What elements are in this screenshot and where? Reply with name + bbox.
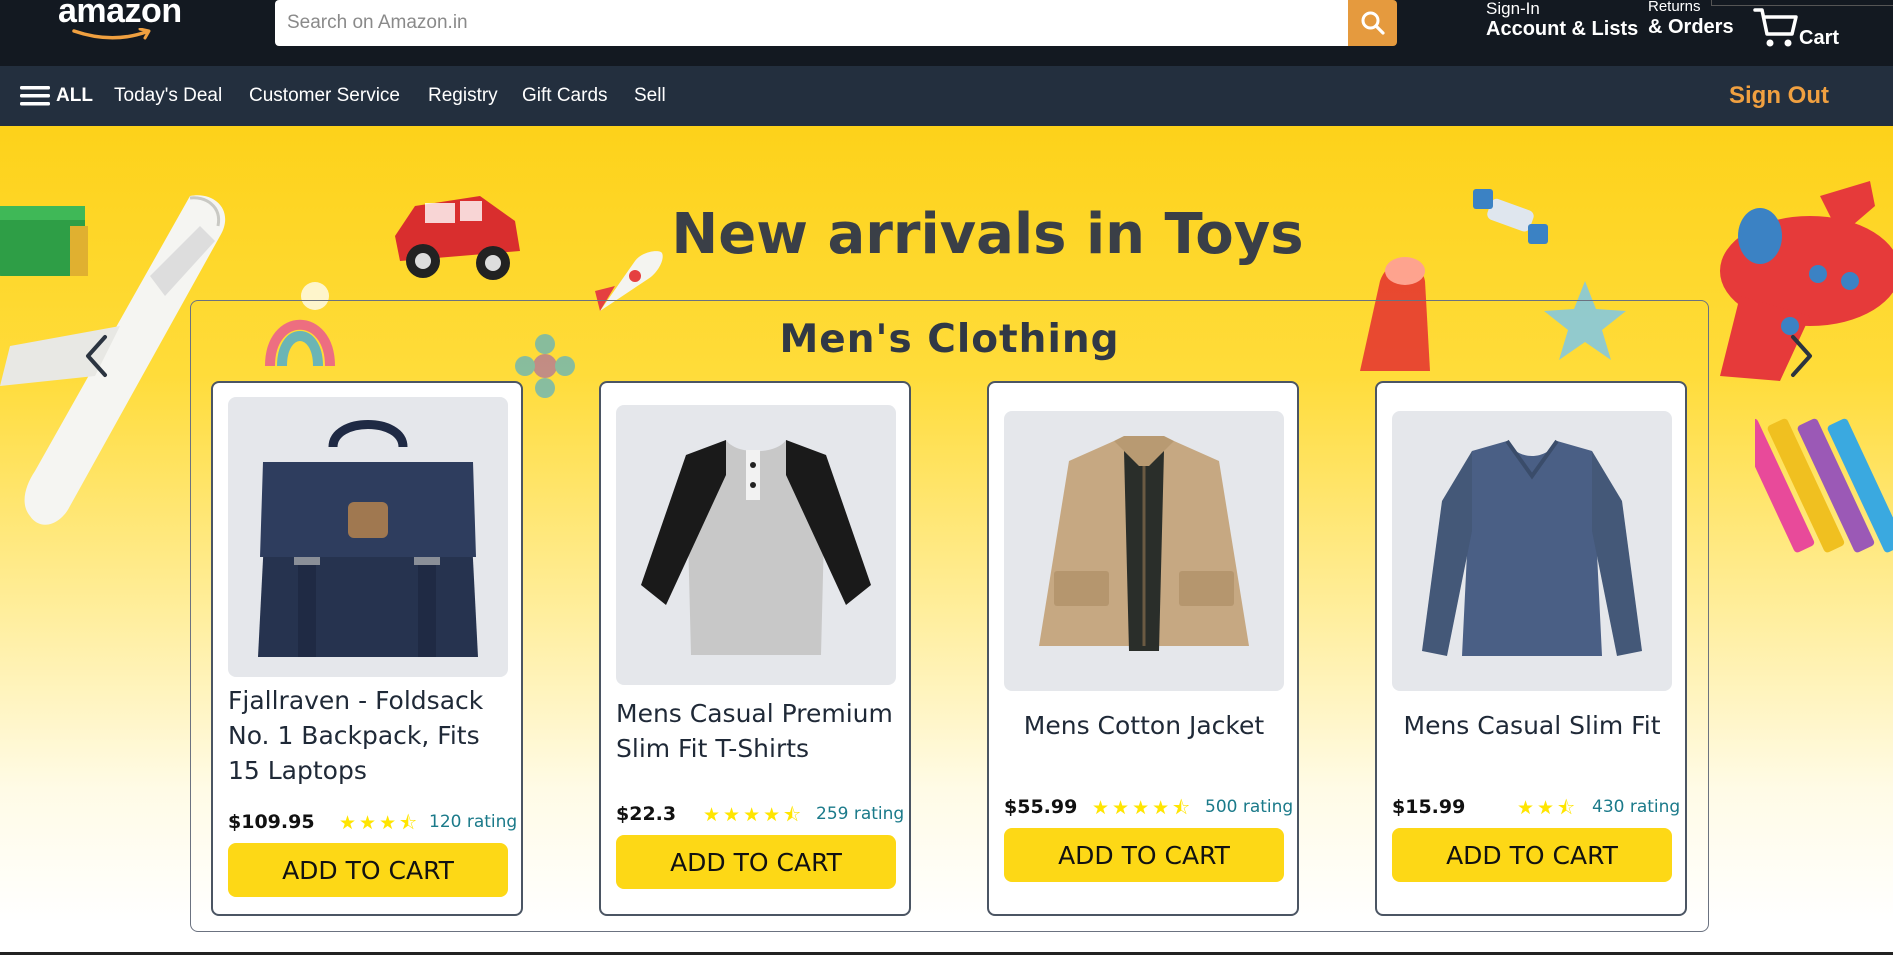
add-to-cart-button[interactable]: ADD TO CART bbox=[1004, 828, 1284, 882]
product-card[interactable]: Mens Cotton Jacket $55.99 ★★★★⯪ 500 rati… bbox=[987, 381, 1299, 916]
rating-stars: ★★★★⯪ bbox=[1092, 798, 1194, 819]
cart-icon bbox=[1753, 8, 1798, 47]
hamburger-icon bbox=[20, 86, 50, 106]
chevron-right-icon bbox=[1791, 335, 1812, 377]
all-label: ALL bbox=[56, 85, 93, 106]
hero-title: New arrivals in Toys bbox=[671, 202, 1304, 267]
account-line2: Account & Lists bbox=[1486, 18, 1639, 40]
add-to-cart-button[interactable]: ADD TO CART bbox=[1392, 828, 1672, 882]
product-title: Mens Casual Premium Slim Fit T-Shirts bbox=[616, 699, 893, 763]
product-card[interactable]: Fjallraven - Foldsack No. 1 Backpack, Fi… bbox=[211, 381, 523, 916]
product-price: $15.99 bbox=[1392, 796, 1466, 818]
search-bar bbox=[275, 0, 1397, 46]
rating-stars: ★★⯪ bbox=[1517, 798, 1579, 819]
nav-todays-deal[interactable]: Today's Deal bbox=[114, 85, 222, 107]
carousel-prev-button[interactable] bbox=[76, 326, 116, 386]
nav-customer-service[interactable]: Customer Service bbox=[249, 85, 400, 107]
account-lists-link[interactable]: Sign-In Account & Lists bbox=[1486, 0, 1638, 40]
jacket-image bbox=[1004, 411, 1284, 691]
rating-count[interactable]: 430 rating bbox=[1592, 797, 1680, 817]
cart-button[interactable]: Cart bbox=[1752, 4, 1847, 52]
logo-text: amazon bbox=[58, 0, 182, 30]
sub-navigation: ALL Today's Deal Customer Service Regist… bbox=[0, 66, 1893, 126]
hero-banner: New arrivals in Toys Men's Clothing Fjal… bbox=[0, 126, 1893, 955]
section-title: Men's Clothing bbox=[779, 317, 1120, 362]
cart-label: Cart bbox=[1799, 27, 1840, 49]
amazon-logo[interactable]: amazon bbox=[58, 0, 188, 44]
chevron-left-icon bbox=[86, 335, 107, 377]
add-to-cart-button[interactable]: ADD TO CART bbox=[228, 843, 508, 897]
nav-sell[interactable]: Sell bbox=[634, 85, 666, 107]
product-price: $22.3 bbox=[616, 803, 677, 825]
top-header: amazon Sign-In Account & Lists Returns &… bbox=[0, 0, 1893, 66]
carousel-next-button[interactable] bbox=[1782, 326, 1822, 386]
rating-stars: ★★★★⯪ bbox=[703, 805, 805, 826]
rating-stars: ★★★⯪ bbox=[339, 813, 421, 834]
account-line1: Sign-In bbox=[1486, 0, 1540, 18]
backpack-image bbox=[228, 397, 508, 677]
nav-gift-cards[interactable]: Gift Cards bbox=[522, 85, 608, 107]
all-menu-button[interactable]: ALL bbox=[20, 84, 93, 108]
product-price: $55.99 bbox=[1004, 796, 1078, 818]
crayons-toy bbox=[1755, 418, 1893, 553]
product-title: Mens Cotton Jacket bbox=[1023, 711, 1265, 740]
product-title: Mens Casual Slim Fit bbox=[1403, 711, 1661, 740]
rating-count[interactable]: 259 rating bbox=[816, 804, 904, 824]
longsleeve-image bbox=[1392, 411, 1672, 691]
search-icon bbox=[1361, 11, 1385, 35]
search-input[interactable] bbox=[275, 0, 1348, 46]
orders-line2: & Orders bbox=[1648, 16, 1734, 38]
product-price: $109.95 bbox=[228, 811, 315, 833]
product-carousel: Men's Clothing Fjallraven - Foldsack No.… bbox=[190, 300, 1709, 932]
search-button[interactable] bbox=[1348, 0, 1397, 46]
nav-registry[interactable]: Registry bbox=[428, 85, 498, 107]
add-to-cart-button[interactable]: ADD TO CART bbox=[616, 835, 896, 889]
tshirt-image bbox=[616, 405, 896, 685]
logo-smile-icon bbox=[72, 28, 151, 40]
rating-count[interactable]: 500 rating bbox=[1205, 797, 1293, 817]
sign-out-link[interactable]: Sign Out bbox=[1729, 82, 1829, 110]
product-card[interactable]: Mens Casual Slim Fit $15.99 ★★⯪ 430 rati… bbox=[1375, 381, 1687, 916]
rating-count[interactable]: 120 rating bbox=[429, 812, 517, 832]
product-title: Fjallraven - Foldsack No. 1 Backpack, Fi… bbox=[228, 686, 484, 785]
product-card[interactable]: Mens Casual Premium Slim Fit T-Shirts $2… bbox=[599, 381, 911, 916]
